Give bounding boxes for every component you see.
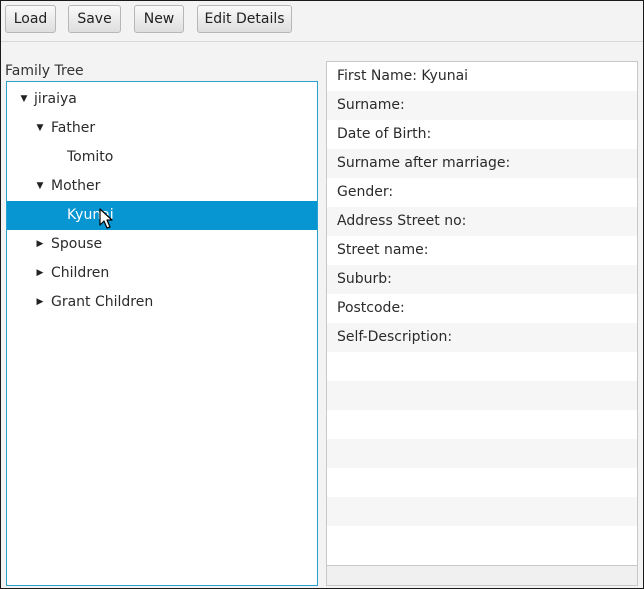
detail-address-street-no[interactable]: Address Street no: [327, 207, 637, 236]
detail-surname-after-marriage[interactable]: Surname after marriage: [327, 149, 637, 178]
detail-street-name[interactable]: Street name: [327, 236, 637, 265]
tree-item-jiraiya[interactable]: ▼ jiraiya [7, 85, 317, 114]
expanded-arrow-icon[interactable]: ▼ [34, 114, 46, 143]
edit-details-button[interactable]: Edit Details [197, 5, 292, 33]
tree-item-father[interactable]: ▼ Father [7, 114, 317, 143]
collapsed-arrow-icon[interactable]: ▶ [34, 288, 46, 317]
tree-item-tomito[interactable]: Tomito [7, 143, 317, 172]
detail-suburb[interactable]: Suburb: [327, 265, 637, 294]
tree-item-label: jiraiya [34, 91, 77, 107]
empty-row [327, 352, 637, 381]
details-list[interactable]: First Name: Kyunai Surname: Date of Birt… [326, 61, 638, 566]
tree-item-label: Grant Children [51, 294, 154, 310]
tree-item-spouse[interactable]: ▶ Spouse [7, 230, 317, 259]
detail-postcode[interactable]: Postcode: [327, 294, 637, 323]
detail-surname[interactable]: Surname: [327, 91, 637, 120]
tree-item-kyunai[interactable]: Kyunai [7, 201, 317, 230]
family-tree-label: Family Tree [5, 63, 84, 79]
tree-item-grant-children[interactable]: ▶ Grant Children [7, 288, 317, 317]
tree-item-label: Spouse [51, 236, 103, 252]
tree-item-mother[interactable]: ▼ Mother [7, 172, 317, 201]
tree-item-label: Tomito [67, 149, 114, 165]
mouse-pointer-icon [99, 208, 113, 229]
toolbar: Load Save New Edit Details [1, 1, 643, 42]
load-button[interactable]: Load [5, 5, 56, 33]
detail-self-description[interactable]: Self-Description: [327, 323, 637, 352]
detail-first-name[interactable]: First Name: Kyunai [327, 62, 637, 91]
detail-date-of-birth[interactable]: Date of Birth: [327, 120, 637, 149]
tree-item-label: Children [51, 265, 110, 281]
empty-row [327, 410, 637, 439]
tree-item-label: Mother [51, 178, 101, 194]
empty-row [327, 526, 637, 555]
expanded-arrow-icon[interactable]: ▼ [34, 172, 46, 201]
collapsed-arrow-icon[interactable]: ▶ [34, 259, 46, 288]
details-footer [326, 566, 638, 586]
save-button[interactable]: Save [68, 5, 121, 33]
app-window: Load Save New Edit Details Family Tree ▼… [0, 0, 644, 589]
collapsed-arrow-icon[interactable]: ▶ [34, 230, 46, 259]
detail-gender[interactable]: Gender: [327, 178, 637, 207]
empty-row [327, 381, 637, 410]
tree-item-children[interactable]: ▶ Children [7, 259, 317, 288]
family-tree-view[interactable]: ▼ jiraiya ▼ Father Tomito ▼ Mother Kyuna… [6, 81, 318, 586]
empty-row [327, 439, 637, 468]
expanded-arrow-icon[interactable]: ▼ [18, 85, 30, 114]
new-button[interactable]: New [134, 5, 184, 33]
empty-row [327, 497, 637, 526]
empty-row [327, 468, 637, 497]
tree-item-label: Father [51, 120, 96, 136]
